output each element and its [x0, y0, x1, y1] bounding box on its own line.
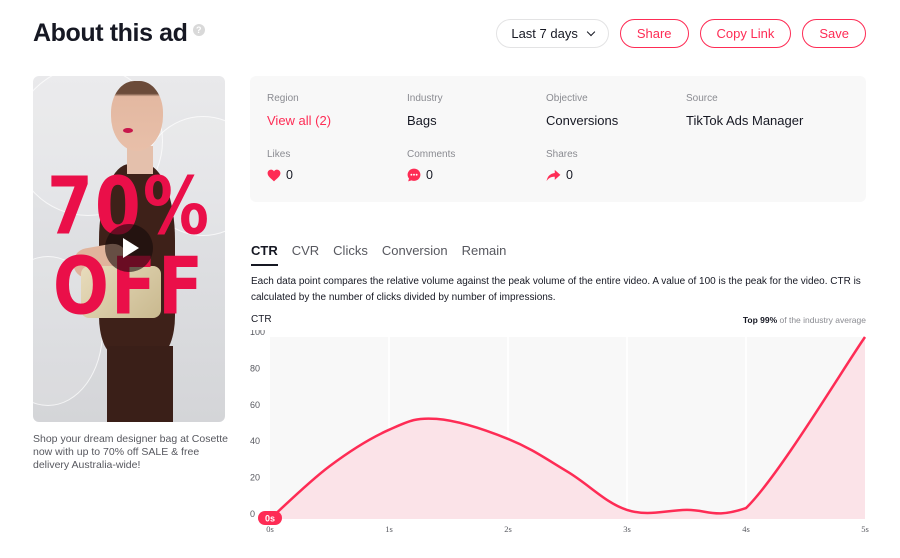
page-title-text: About this ad [33, 19, 188, 47]
date-range-label: Last 7 days [511, 26, 578, 41]
metric-description: Each data point compares the relative vo… [251, 276, 861, 303]
industry-rank-text: of the industry average [777, 315, 866, 325]
tab-conversion[interactable]: Conversion [382, 243, 448, 266]
ctr-chart: 0 20 40 60 80 100 0s 1s 2s 3s 4s 5s 0s [250, 330, 869, 534]
y-tick-label: 60 [250, 400, 260, 410]
likes-stat: Likes 0 [267, 149, 293, 182]
x-tick-label: 1s [385, 524, 393, 534]
copy-link-button[interactable]: Copy Link [699, 19, 792, 48]
question-circle-icon[interactable]: ? [192, 23, 205, 36]
play-button[interactable] [105, 224, 153, 272]
ad-caption: Shop your dream designer bag at Cosette … [33, 433, 228, 471]
x-tick-label: 4s [742, 524, 750, 534]
comments-label: Comments [407, 149, 456, 160]
tab-clicks[interactable]: Clicks [333, 243, 368, 266]
industry-field: Industry Bags [407, 93, 443, 128]
source-field: Source TikTok Ads Manager [686, 93, 803, 128]
comment-bubble-icon [407, 168, 421, 182]
tab-remain[interactable]: Remain [462, 243, 507, 266]
y-tick-label: 0 [250, 509, 255, 519]
model-figure [123, 128, 133, 133]
share-button[interactable]: Share [619, 19, 689, 48]
x-tick-label: 0s [266, 524, 274, 534]
model-figure [107, 346, 173, 422]
video-thumbnail[interactable]: 70% OFF [33, 76, 225, 422]
save-button[interactable]: Save [802, 19, 866, 48]
source-value: TikTok Ads Manager [686, 113, 804, 128]
chevron-down-icon [586, 27, 596, 37]
play-icon [123, 238, 139, 258]
objective-label: Objective [546, 93, 588, 104]
ad-info-card: Region View all (2) Industry Bags Object… [250, 76, 866, 202]
objective-field: Objective Conversions [546, 93, 618, 128]
model-figure [111, 81, 163, 151]
y-tick-label: 80 [250, 363, 260, 373]
objective-value: Conversions [546, 113, 619, 128]
source-label: Source [686, 93, 718, 104]
y-tick-label: 100 [250, 330, 265, 337]
x-tick-label: 5s [861, 524, 869, 534]
shares-label: Shares [546, 149, 578, 160]
share-arrow-icon [546, 169, 561, 181]
tab-ctr[interactable]: CTR [251, 243, 278, 266]
comments-count: 0 [426, 168, 433, 182]
playhead-label: 0s [265, 514, 275, 524]
metric-tabs: CTR CVR Clicks Conversion Remain [251, 243, 506, 266]
chart-title: CTR [251, 314, 272, 325]
region-view-all-link[interactable]: View all (2) [267, 113, 331, 128]
tab-cvr[interactable]: CVR [292, 243, 319, 266]
industry-rank: Top 99% [742, 315, 778, 325]
likes-count: 0 [286, 168, 293, 182]
y-tick-label: 40 [250, 436, 260, 446]
shares-stat: Shares 0 [546, 149, 578, 182]
x-tick-label: 2s [504, 524, 512, 534]
heart-icon [267, 169, 281, 181]
region-field: Region View all (2) [267, 93, 331, 128]
region-label: Region [267, 93, 299, 104]
shares-count: 0 [566, 168, 573, 182]
likes-label: Likes [267, 149, 291, 160]
y-tick-label: 20 [250, 473, 260, 483]
industry-value: Bags [407, 113, 437, 128]
toolbar: Last 7 days Share Copy Link Save [496, 19, 866, 48]
industry-label: Industry [407, 93, 443, 104]
page-title: About this ad ? [33, 19, 205, 48]
comments-stat: Comments 0 [407, 149, 455, 182]
x-tick-label: 3s [623, 524, 631, 534]
date-range-select[interactable]: Last 7 days [496, 19, 609, 48]
industry-comparison: Top 99% of the industry average [743, 315, 866, 325]
